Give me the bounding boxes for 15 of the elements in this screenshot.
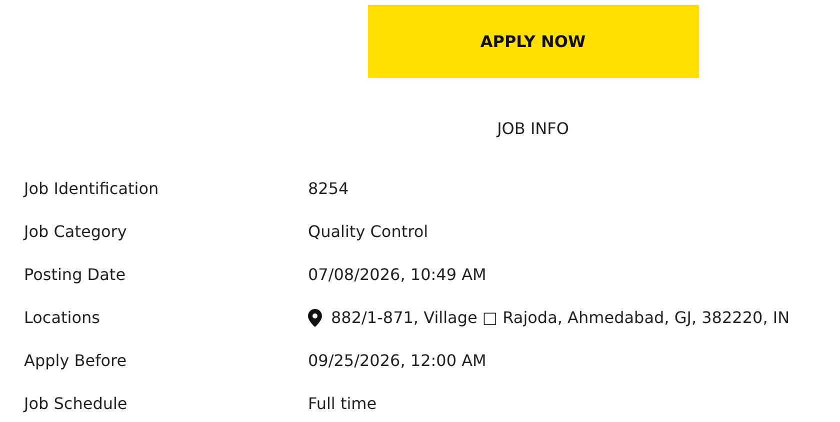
field-label: Job Identification [24, 179, 160, 198]
field-label: Apply Before [24, 351, 128, 370]
apply-now-button[interactable]: APPLY NOW [368, 5, 698, 78]
field-label: Job Category [24, 222, 128, 241]
field-label: Posting Date [24, 265, 127, 284]
field-value: 8254 [308, 179, 349, 198]
field-value: Full time [308, 394, 377, 413]
field-value: 07/08/2026, 10:49 AM [308, 265, 486, 284]
field-value: Quality Control [308, 222, 428, 241]
field-value: 09/25/2026, 12:00 AM [308, 351, 486, 370]
section-title: JOB INFO [497, 119, 569, 138]
field-label: Locations [24, 308, 102, 327]
field-label: Job Schedule [24, 394, 128, 413]
map-pin-icon [308, 308, 322, 326]
field-value: 882/1-871, Village □ Rajoda, Ahmedabad, GJ, 382220, IN [331, 308, 790, 327]
